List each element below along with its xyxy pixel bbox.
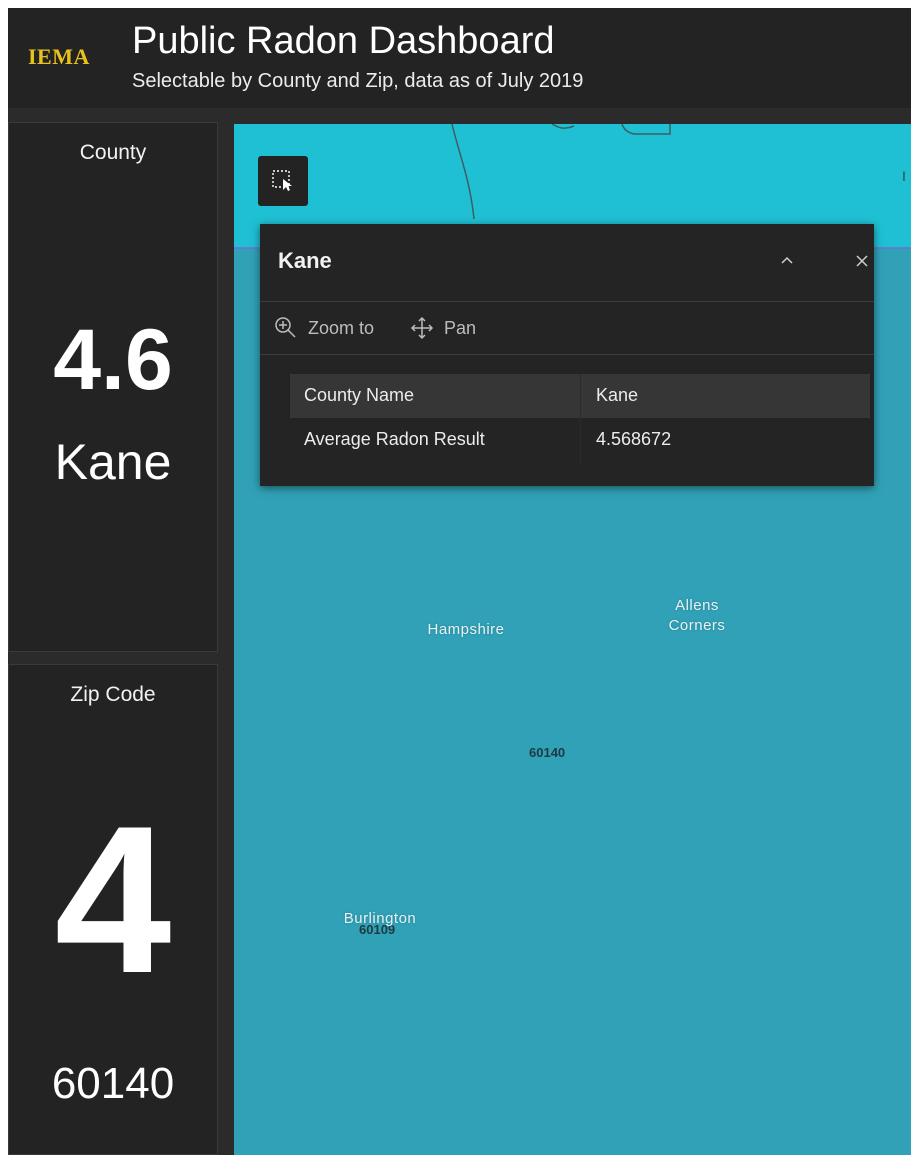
popup-title: Kane <box>278 248 332 273</box>
pan-label: Pan <box>444 317 477 338</box>
zip-code-value: 60140 <box>51 1059 175 1108</box>
attribute-value: 4.568672 <box>596 429 672 449</box>
zip-radon-value: 4 <box>54 782 172 1017</box>
chevron-up-icon <box>781 256 793 264</box>
zoom-to-action[interactable]: Zoom to <box>274 314 374 342</box>
table-row: Average Radon Result 4.568672 <box>290 418 870 462</box>
pan-icon <box>410 316 434 340</box>
popup-divider-2 <box>260 354 874 355</box>
select-by-rectangle-button[interactable] <box>258 156 308 206</box>
county-name: Kane <box>54 434 172 490</box>
dashboard-header: IEMA Public Radon Dashboard Selectable b… <box>8 8 911 108</box>
map-view[interactable]: I Hampshire Allens Corners 60140 60109 B… <box>234 124 911 1155</box>
attribute-key: County Name <box>304 385 415 405</box>
place-label-hampshire: Hampshire <box>427 621 505 638</box>
county-radon-value: 4.6 <box>53 312 173 408</box>
popup-close-button[interactable] <box>847 246 877 276</box>
map-edge-label: I <box>902 168 906 184</box>
zoom-to-label: Zoom to <box>308 317 375 338</box>
pan-action[interactable]: Pan <box>410 314 476 342</box>
close-icon <box>856 255 868 267</box>
feature-popup: Kane Zoom to Pan County Name Kane Averag… <box>260 224 874 486</box>
attribute-value: Kane <box>596 385 639 405</box>
popup-collapse-button[interactable] <box>772 246 802 276</box>
county-panel-title: County <box>79 141 147 164</box>
zip-label-60140: 60140 <box>529 745 566 760</box>
zoom-in-icon <box>275 317 296 338</box>
popup-divider <box>260 301 874 302</box>
dashboard-frame: IEMA Public Radon Dashboard Selectable b… <box>8 8 911 1155</box>
place-label-burlington: Burlington <box>343 910 417 927</box>
iema-logo: IEMA <box>28 44 90 69</box>
select-rectangle-icon <box>272 170 292 191</box>
zip-panel-title: Zip Code <box>70 683 156 706</box>
cell-divider <box>580 418 581 462</box>
dashboard-title: Public Radon Dashboard <box>132 20 555 62</box>
cell-divider <box>580 374 581 418</box>
place-label-allens-corners: Allens Corners <box>668 597 726 634</box>
zip-indicator-panel: Zip Code 4 60140 <box>8 664 218 1155</box>
table-row: County Name Kane <box>290 374 870 418</box>
dashboard-subtitle: Selectable by County and Zip, data as of… <box>132 70 584 92</box>
attribute-key: Average Radon Result <box>304 429 485 449</box>
county-indicator-panel: County 4.6 Kane <box>8 122 218 652</box>
